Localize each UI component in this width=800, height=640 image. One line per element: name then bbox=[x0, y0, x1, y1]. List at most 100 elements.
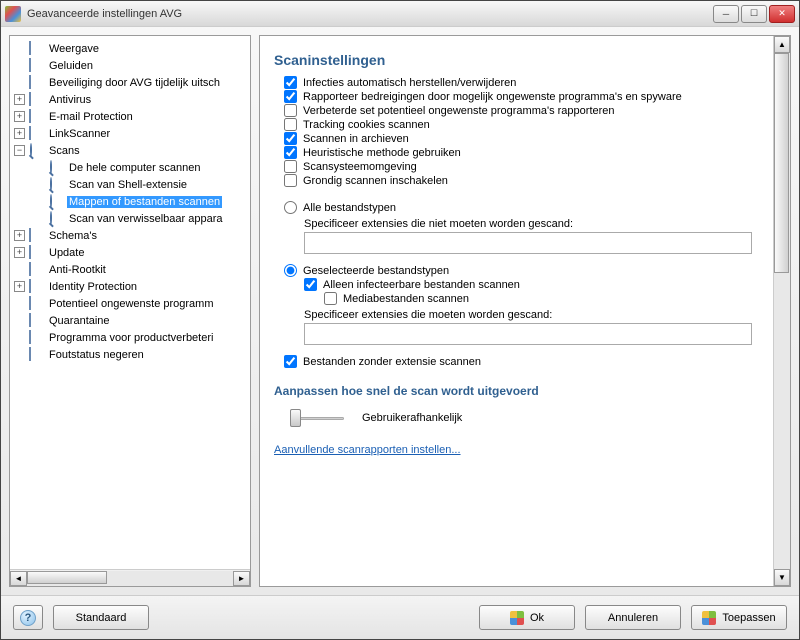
main-vscrollbar[interactable]: ▲ ▼ bbox=[773, 36, 790, 586]
vscroll-track[interactable] bbox=[774, 53, 790, 569]
scroll-down-button[interactable]: ▼ bbox=[774, 569, 790, 586]
scan-option-checkbox[interactable] bbox=[284, 104, 297, 117]
tree-item[interactable]: De hele computer scannen bbox=[10, 159, 250, 176]
no-ext-row[interactable]: Bestanden zonder extensie scannen bbox=[284, 355, 770, 368]
radio-selected-input[interactable] bbox=[284, 264, 297, 277]
tree-item-label: Foutstatus negeren bbox=[47, 349, 146, 361]
scan-option-row[interactable]: Scansysteemomgeving bbox=[284, 160, 770, 173]
tree-item[interactable]: +Antivirus bbox=[10, 91, 250, 108]
include-ext-input[interactable] bbox=[304, 323, 752, 345]
app-icon bbox=[5, 6, 21, 22]
media-files-checkbox[interactable] bbox=[324, 292, 337, 305]
tree-item[interactable]: Scan van verwisselbaar appara bbox=[10, 210, 250, 227]
additional-reports-link[interactable]: Aanvullende scanrapporten instellen... bbox=[274, 444, 461, 456]
tree-item-label: Scan van verwisselbaar appara bbox=[67, 213, 224, 225]
scan-option-row[interactable]: Heuristische methode gebruiken bbox=[284, 146, 770, 159]
tree-item[interactable]: Scan van Shell-extensie bbox=[10, 176, 250, 193]
vscroll-thumb[interactable] bbox=[774, 53, 789, 273]
tree-item[interactable]: + Identity Protection bbox=[10, 278, 250, 295]
tree-item-label: De hele computer scannen bbox=[67, 162, 202, 174]
exclude-ext-label: Specificeer extensies die niet moeten wo… bbox=[304, 218, 770, 230]
scroll-right-button[interactable]: ► bbox=[233, 571, 250, 586]
settings-box-icon bbox=[29, 76, 43, 90]
section-title: Scaninstellingen bbox=[274, 52, 770, 68]
speed-section-title: Aanpassen hoe snel de scan wordt uitgevo… bbox=[274, 384, 770, 398]
media-files-row[interactable]: Mediabestanden scannen bbox=[324, 292, 770, 305]
scan-option-checkbox[interactable] bbox=[284, 146, 297, 159]
tree-item[interactable]: +LinkScanner bbox=[10, 125, 250, 142]
expand-icon[interactable]: + bbox=[14, 94, 25, 105]
scan-option-checkbox[interactable] bbox=[284, 160, 297, 173]
tree-item[interactable]: Potentieel ongewenste programm bbox=[10, 295, 250, 312]
no-ext-checkbox[interactable] bbox=[284, 355, 297, 368]
scan-speed-value: Gebruikerafhankelijk bbox=[362, 412, 462, 424]
scan-option-row[interactable]: Tracking cookies scannen bbox=[284, 118, 770, 131]
radio-selected-filetypes[interactable]: Geselecteerde bestandstypen bbox=[284, 264, 770, 277]
tree-item[interactable]: Anti-Rootkit bbox=[10, 261, 250, 278]
scroll-left-button[interactable]: ◄ bbox=[10, 571, 27, 586]
default-button[interactable]: Standaard bbox=[53, 605, 149, 630]
radio-all-filetypes[interactable]: Alle bestandstypen bbox=[284, 201, 770, 214]
magnifier-icon bbox=[29, 144, 43, 158]
scan-option-checkbox[interactable] bbox=[284, 76, 297, 89]
settings-box-icon bbox=[29, 229, 43, 243]
close-button[interactable]: ✕ bbox=[769, 5, 795, 23]
exclude-ext-input[interactable] bbox=[304, 232, 752, 254]
nav-tree[interactable]: Weergave GeluidenBeveiliging door AVG tij… bbox=[10, 36, 250, 569]
magnifier-icon bbox=[49, 212, 63, 226]
cancel-button[interactable]: Annuleren bbox=[585, 605, 681, 630]
expand-icon[interactable]: + bbox=[14, 128, 25, 139]
help-button[interactable]: ? bbox=[13, 605, 43, 630]
magnifier-icon bbox=[49, 178, 63, 192]
scan-option-row[interactable]: Rapporteer bedreigingen door mogelijk on… bbox=[284, 90, 770, 103]
scan-option-checkbox[interactable] bbox=[284, 174, 297, 187]
scan-option-checkbox[interactable] bbox=[284, 118, 297, 131]
tree-item[interactable]: +E-mail Protection bbox=[10, 108, 250, 125]
tree-item-label: Programma voor productverbeteri bbox=[47, 332, 215, 344]
settings-box-icon bbox=[29, 93, 43, 107]
radio-all-input[interactable] bbox=[284, 201, 297, 214]
apply-button[interactable]: Toepassen bbox=[691, 605, 787, 630]
scan-option-row[interactable]: Infecties automatisch herstellen/verwijd… bbox=[284, 76, 770, 89]
expand-icon[interactable]: + bbox=[14, 111, 25, 122]
tree-item[interactable]: Geluiden bbox=[10, 57, 250, 74]
expand-icon[interactable]: + bbox=[14, 247, 25, 258]
hscroll-thumb[interactable] bbox=[27, 571, 107, 584]
only-infectable-row[interactable]: Alleen infecteerbare bestanden scannen bbox=[304, 278, 770, 291]
scan-option-checkbox[interactable] bbox=[284, 90, 297, 103]
scan-option-row[interactable]: Scannen in archieven bbox=[284, 132, 770, 145]
tree-item-label: Weergave bbox=[47, 43, 101, 55]
tree-item-label: Quarantaine bbox=[47, 315, 112, 327]
scan-option-row[interactable]: Verbeterde set potentieel ongewenste pro… bbox=[284, 104, 770, 117]
tree-item-label: Identity Protection bbox=[47, 281, 139, 293]
tree-item[interactable]: +Update bbox=[10, 244, 250, 261]
scroll-up-button[interactable]: ▲ bbox=[774, 36, 790, 53]
tree-item[interactable]: −Scans bbox=[10, 142, 250, 159]
scan-option-label: Rapporteer bedreigingen door mogelijk on… bbox=[303, 91, 682, 103]
tree-item[interactable]: Foutstatus negeren bbox=[10, 346, 250, 363]
tree-item[interactable]: Weergave bbox=[10, 40, 250, 57]
window-controls: ─ ☐ ✕ bbox=[713, 5, 795, 23]
only-infectable-checkbox[interactable] bbox=[304, 278, 317, 291]
expand-icon[interactable]: + bbox=[14, 230, 25, 241]
nav-tree-panel: Weergave GeluidenBeveiliging door AVG tij… bbox=[9, 35, 251, 587]
tree-item[interactable]: Programma voor productverbeteri bbox=[10, 329, 250, 346]
minimize-button[interactable]: ─ bbox=[713, 5, 739, 23]
collapse-icon[interactable]: − bbox=[14, 145, 25, 156]
hscroll-track[interactable] bbox=[27, 571, 233, 586]
tree-hscrollbar[interactable]: ◄ ► bbox=[10, 569, 250, 586]
tree-item[interactable]: Mappen of bestanden scannen bbox=[10, 193, 250, 210]
scan-option-row[interactable]: Grondig scannen inschakelen bbox=[284, 174, 770, 187]
settings-box-icon bbox=[29, 297, 43, 311]
tree-item[interactable]: Beveiliging door AVG tijdelijk uitsch bbox=[10, 74, 250, 91]
scan-option-checkbox[interactable] bbox=[284, 132, 297, 145]
avg-icon bbox=[510, 611, 524, 625]
ok-button[interactable]: Ok bbox=[479, 605, 575, 630]
titlebar[interactable]: Geavanceerde instellingen AVG ─ ☐ ✕ bbox=[1, 1, 799, 27]
tree-item[interactable]: +Schema's bbox=[10, 227, 250, 244]
expand-icon[interactable]: + bbox=[14, 281, 25, 292]
tree-item[interactable]: Quarantaine bbox=[10, 312, 250, 329]
settings-box-icon bbox=[29, 314, 43, 328]
scan-speed-slider[interactable] bbox=[290, 406, 344, 430]
maximize-button[interactable]: ☐ bbox=[741, 5, 767, 23]
